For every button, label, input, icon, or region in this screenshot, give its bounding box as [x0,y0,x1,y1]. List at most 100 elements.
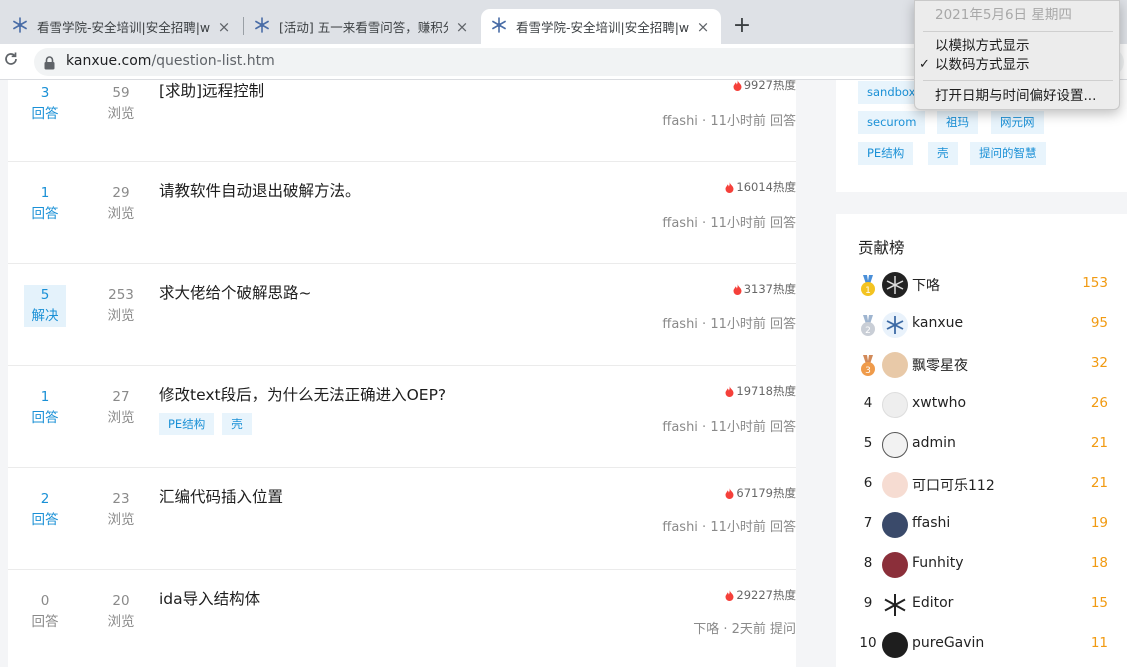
user-name[interactable]: Funhity [912,555,964,571]
user-name[interactable]: Editor [912,595,953,611]
user-name[interactable]: ffashi [912,515,950,531]
answer-count[interactable]: 0 回答 [24,591,66,633]
ranking-row[interactable]: 9 Editor 15 [858,591,1108,619]
answer-count-solved[interactable]: 5 解决 [24,285,66,327]
ranking-row[interactable]: 10 pureGavin 11 [858,631,1108,659]
menu-date: 2021年5月6日 星期四 [935,7,1072,23]
menu-item-analog[interactable]: 以模拟方式显示 [915,36,1121,56]
answer-count-number: 1 [40,185,50,201]
user-name[interactable]: pureGavin [912,635,984,651]
avatar[interactable] [882,472,908,498]
answer-count[interactable]: 1 回答 [24,183,66,225]
view-count-label: 浏览 [107,308,135,324]
question-title[interactable]: 修改text段后，为什么无法正确进入OEP? [159,383,446,405]
avatar[interactable] [882,312,908,338]
rank-number: 8 [863,555,873,571]
avatar[interactable] [882,392,908,418]
user-name[interactable]: 可口可乐112 [912,475,995,495]
lock-icon[interactable] [44,55,55,74]
tag-pe-structure[interactable]: PE结构 [159,413,215,435]
tab-close-icon[interactable]: × [695,18,711,36]
heat-value: 3137热度 [743,282,796,296]
view-count-number: 29 [112,185,130,201]
user-score: 15 [1090,595,1108,611]
avatar[interactable] [882,632,908,658]
tag-pe-structure[interactable]: PE结构 [858,142,914,165]
rank-number: 10 [859,635,877,651]
avatar[interactable] [882,512,908,538]
avatar[interactable] [882,552,908,578]
user-name[interactable]: kanxue [912,315,963,331]
view-count: 20 浏览 [100,591,142,633]
question-row: 1 回答 27 浏览 修改text段后，为什么无法正确进入OEP? 19718热… [8,366,796,468]
heat-indicator: 29227热度 [725,587,796,603]
tag-shell[interactable]: 壳 [222,413,252,435]
tab-close-icon[interactable]: × [216,18,232,36]
answer-count-label: 回答 [31,410,59,426]
view-count-label: 浏览 [107,410,135,426]
user-score: 153 [1082,275,1108,291]
tab-title: [活动] 五一来看雪问答，赚积分, [279,20,448,35]
question-title[interactable]: 汇编代码插入位置 [159,485,283,507]
ranking-row[interactable]: 3 飘零星夜 32 [858,351,1108,379]
ranking-row[interactable]: 6 可口可乐112 21 [858,471,1108,499]
tag-securom[interactable]: securom [858,111,926,134]
browser-tab-active[interactable]: 看雪学院-安全培训|安全招聘|ww × [481,9,721,44]
bronze-medal-icon: 3 [858,355,878,381]
view-count-number: 59 [112,85,130,101]
view-count-label: 浏览 [107,614,135,630]
tag-wangyuanwang[interactable]: 网元网 [991,111,1044,134]
reload-icon[interactable] [3,51,19,72]
browser-tab[interactable]: [活动] 五一来看雪问答，赚积分, × [244,9,480,44]
heat-indicator: 16014热度 [725,179,796,195]
avatar[interactable] [882,352,908,378]
avatar[interactable] [882,432,908,458]
menu-item-date-time-prefs[interactable]: 打开日期与时间偏好设置... [915,86,1121,106]
ranking-row[interactable]: 2 kanxue 95 [858,311,1108,339]
view-count-number: 23 [112,491,130,507]
question-meta[interactable]: ffashi · 11小时前 回答 [662,110,796,129]
ranking-row[interactable]: 7 ffashi 19 [858,511,1108,539]
user-name[interactable]: 飘零星夜 [912,355,968,375]
ranking-row[interactable]: 8 Funhity 18 [858,551,1108,579]
flame-icon [733,283,742,295]
browser-tab[interactable]: 看雪学院-安全培训|安全招聘|ww × [2,9,242,44]
question-meta[interactable]: ffashi · 11小时前 回答 [662,516,796,535]
answer-count[interactable]: 3 回答 [24,83,66,125]
ranking-row[interactable]: 1 下咯 153 [858,271,1108,299]
ranking-row[interactable]: 4 xwtwho 26 [858,391,1108,419]
user-name[interactable]: xwtwho [912,395,966,411]
answer-count[interactable]: 1 回答 [24,387,66,429]
user-name[interactable]: 下咯 [912,275,940,295]
gold-medal-icon: 1 [858,275,878,301]
heat-value: 67179热度 [736,486,796,500]
question-meta[interactable]: ffashi · 11小时前 回答 [662,212,796,231]
avatar[interactable] [882,592,908,618]
question-title[interactable]: 求大佬给个破解思路~ [159,281,312,303]
menu-item-label: 以模拟方式显示 [935,38,1030,54]
question-meta[interactable]: ffashi · 11小时前 回答 [662,416,796,435]
tag-smart-questions[interactable]: 提问的智慧 [970,142,1046,165]
question-title[interactable]: [求助]远程控制 [159,80,264,101]
question-meta[interactable]: 下咯 · 2天前 提问 [693,618,796,637]
question-title[interactable]: ida导入结构体 [159,587,260,609]
tab-close-icon[interactable]: × [454,18,470,36]
ranking-row[interactable]: 5 admin 21 [858,431,1108,459]
answer-count[interactable]: 2 回答 [24,489,66,531]
tab-title: 看雪学院-安全培训|安全招聘|ww [37,20,210,35]
menu-item-digital[interactable]: ✓ 以数码方式显示 [915,55,1121,75]
menu-separator [923,31,1113,32]
view-count: 29 浏览 [100,183,142,225]
question-row: 5 解决 253 浏览 求大佬给个破解思路~ 3137热度 ffashi · 1… [8,264,796,366]
question-meta[interactable]: ffashi · 11小时前 回答 [662,313,796,332]
avatar[interactable] [882,272,908,298]
question-title[interactable]: 请教软件自动退出破解方法。 [159,179,361,201]
new-tab-button[interactable]: + [732,14,752,38]
heat-value: 16014热度 [736,180,796,194]
tag-shell[interactable]: 壳 [928,142,958,165]
heat-value: 19718热度 [736,384,796,398]
view-count: 23 浏览 [100,489,142,531]
kanxue-favicon-icon [491,17,507,36]
tag-zuma[interactable]: 祖玛 [937,111,978,134]
user-name[interactable]: admin [912,435,956,451]
